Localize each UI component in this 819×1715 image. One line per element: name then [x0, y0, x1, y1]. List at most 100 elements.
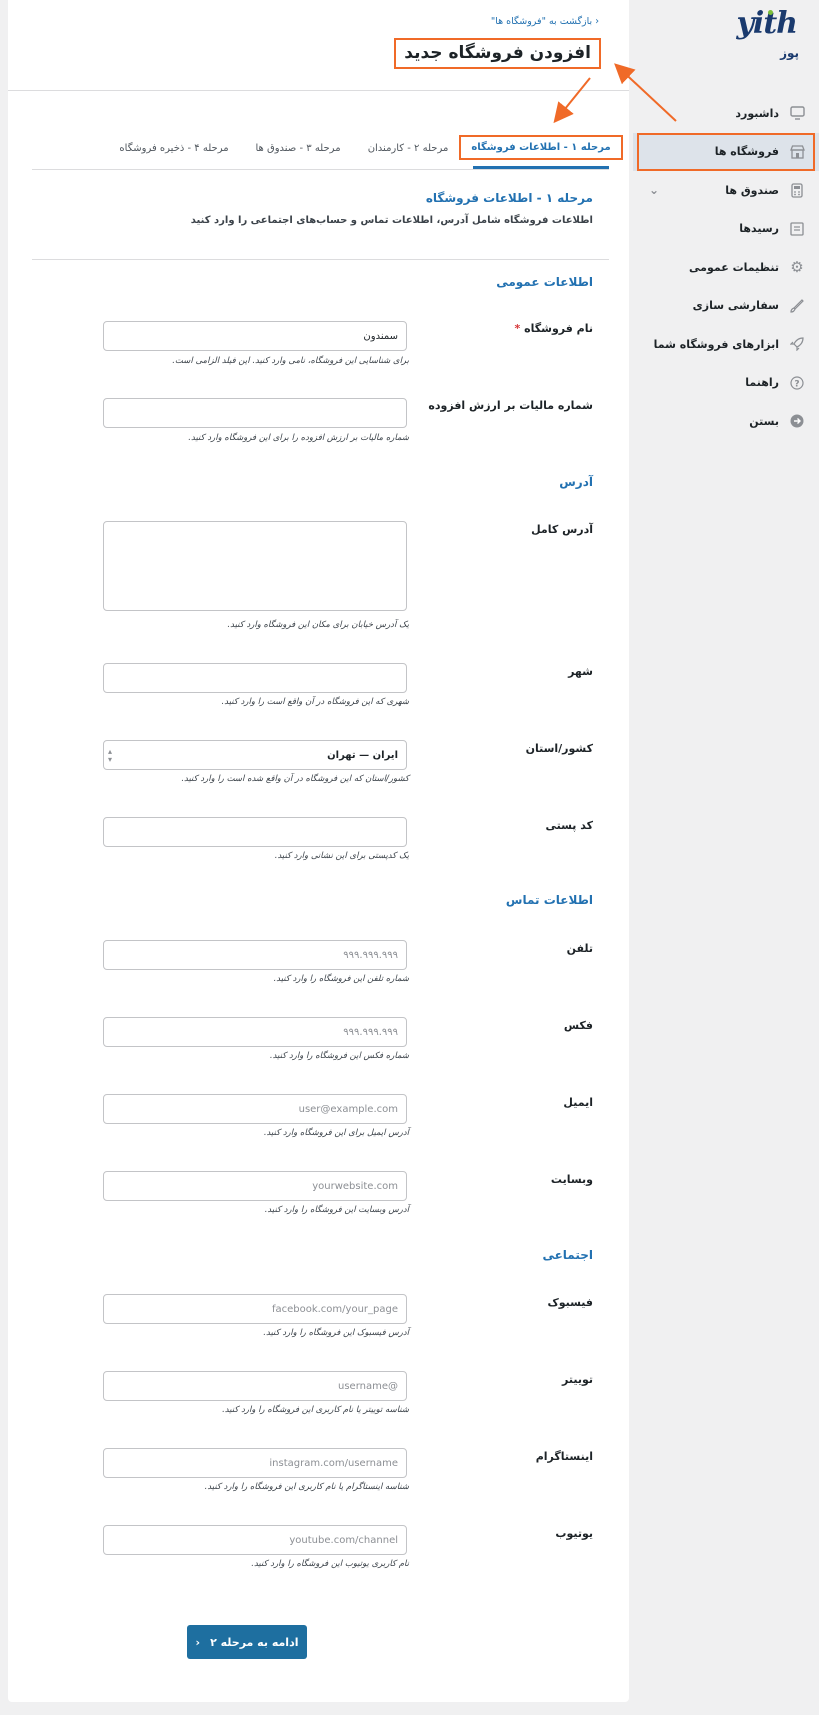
- sidebar-item-label: راهنما: [745, 376, 779, 390]
- step-tabs: مرحله ۱ - اطلاعات فروشگاه مرحله ۲ - کارم…: [32, 128, 623, 170]
- youtube-help: نام کاربری یوتیوب این فروشگاه را وارد کن…: [251, 1559, 409, 1569]
- chevron-down-icon[interactable]: ⌄: [649, 183, 659, 197]
- help-icon: ?: [789, 375, 805, 391]
- sidebar-item-label: بستن: [749, 414, 779, 428]
- store-name-label: نام فروشگاه *: [515, 322, 593, 335]
- sidebar-item-receipts[interactable]: رسیدها: [633, 210, 819, 249]
- sidebar-item-help[interactable]: ? راهنما: [633, 364, 819, 403]
- app-name: پوز: [780, 46, 799, 60]
- facebook-input[interactable]: [103, 1294, 407, 1324]
- vat-help: شماره مالیات بر ارزش افزوده را برای این …: [188, 433, 409, 443]
- tab-step-3[interactable]: مرحله ۳ - صندوق ها: [243, 128, 353, 169]
- fax-help: شماره فکس این فروشگاه را وارد کنید.: [269, 1051, 409, 1061]
- svg-text:?: ?: [794, 379, 799, 389]
- next-step-button[interactable]: ادامه به مرحله ۲ ‹: [187, 1625, 307, 1659]
- instagram-help: شناسه اینستاگرام یا نام کاربری این فروشگ…: [204, 1482, 409, 1492]
- postcode-input[interactable]: [103, 817, 407, 847]
- store-icon: [789, 144, 805, 160]
- store-name-label-text: نام فروشگاه: [524, 322, 593, 335]
- sidebar-item-close[interactable]: بستن: [633, 402, 819, 441]
- section-general: اطلاعات عمومی: [496, 275, 593, 289]
- close-arrow-icon: [789, 413, 805, 429]
- instagram-label: اینستاگرام: [535, 1450, 593, 1463]
- logo-text: yith: [736, 6, 798, 41]
- website-label: وبسایت: [550, 1173, 593, 1186]
- twitter-input[interactable]: [103, 1371, 407, 1401]
- city-help: شهری که این فروشگاه در آن واقع است را وا…: [221, 697, 409, 707]
- section-address: آدرس: [559, 475, 593, 489]
- full-address-label: آدرس کامل: [531, 523, 593, 536]
- fax-input[interactable]: [103, 1017, 407, 1047]
- section-contact: اطلاعات تماس: [505, 893, 593, 907]
- instagram-input[interactable]: [103, 1448, 407, 1478]
- twitter-help: شناسه توییتر یا نام کاربری این فروشگاه ر…: [222, 1405, 409, 1415]
- tab-step-1-label[interactable]: مرحله ۱ - اطلاعات فروشگاه: [459, 134, 623, 160]
- postcode-help: یک کدپستی برای این نشانی وارد کنید.: [274, 851, 409, 861]
- back-link[interactable]: ‹ بازگشت به "فروشگاه ها": [491, 16, 599, 27]
- logo-dot: [768, 10, 773, 15]
- sidebar-item-settings[interactable]: ⚙ تنظیمات عمومی: [633, 248, 819, 287]
- facebook-label: فیسبوک: [547, 1296, 593, 1309]
- sidebar-item-customize[interactable]: سفارشی سازی: [633, 287, 819, 326]
- sidebar-item-stores[interactable]: فروشگاه ها: [633, 132, 819, 171]
- vat-label: شماره مالیات بر ارزش افزوده: [428, 399, 593, 412]
- website-help: آدرس وبسایت این فروشگاه را وارد کنید.: [264, 1205, 409, 1215]
- tab-step-1[interactable]: مرحله ۱ - اطلاعات فروشگاه: [459, 128, 623, 169]
- store-name-input[interactable]: [103, 321, 407, 351]
- sidebar-nav: داشبورد فروشگاه ها صندوق ها ⌄ رسیدها ⚙ ت…: [633, 94, 819, 441]
- country-help: کشور/استان که این فروشگاه در آن واقع شده…: [181, 774, 409, 784]
- step-description: اطلاعات فروشگاه شامل آدرس، اطلاعات تماس …: [190, 215, 593, 226]
- sidebar-item-dashboard[interactable]: داشبورد: [633, 94, 819, 133]
- receipt-icon: [789, 221, 805, 237]
- main-panel: ‹ بازگشت به "فروشگاه ها" افزودن فروشگاه …: [8, 0, 629, 1702]
- sidebar-item-label: فروشگاه ها: [714, 145, 779, 159]
- sidebar: yith پوز داشبورد فروشگاه ها صندوق ها ⌄ ر…: [633, 0, 819, 1715]
- postcode-label: کد پستی: [545, 819, 593, 832]
- register-icon: [789, 182, 805, 198]
- chevron-left-icon: ‹: [195, 1635, 201, 1649]
- divider: [32, 259, 609, 260]
- tab-step-4[interactable]: مرحله ۴ - ذخیره فروشگاه: [109, 128, 239, 169]
- required-mark: *: [514, 322, 521, 335]
- fax-label: فکس: [563, 1019, 593, 1032]
- brush-icon: [789, 298, 805, 314]
- sidebar-item-label: رسیدها: [739, 222, 779, 236]
- full-address-help: یک آدرس خیابان برای مکان این فروشگاه وار…: [227, 620, 409, 630]
- email-help: آدرس ایمیل برای این فروشگاه وارد کنید.: [263, 1128, 409, 1138]
- sidebar-item-registers[interactable]: صندوق ها ⌄: [633, 171, 819, 210]
- vat-input[interactable]: [103, 398, 407, 428]
- sidebar-item-tools[interactable]: ابزارهای فروشگاه شما: [633, 325, 819, 364]
- select-arrows-icon: ▴ ▾: [108, 747, 113, 764]
- youtube-input[interactable]: [103, 1525, 407, 1555]
- page-title: افزودن فروشگاه جدید: [394, 38, 601, 69]
- phone-input[interactable]: [103, 940, 407, 970]
- country-select[interactable]: ایران — تهران ▴ ▾: [103, 740, 407, 770]
- tab-step-2[interactable]: مرحله ۲ - کارمندان: [353, 128, 463, 169]
- full-address-textarea[interactable]: [103, 521, 407, 611]
- yith-logo[interactable]: yith: [737, 6, 798, 41]
- email-input[interactable]: [103, 1094, 407, 1124]
- youtube-label: یوتیوب: [555, 1527, 593, 1540]
- country-label: کشور/استان: [525, 742, 593, 755]
- phone-help: شماره تلفن این فروشگاه را وارد کنید.: [273, 974, 409, 984]
- city-label: شهر: [568, 665, 593, 678]
- sidebar-item-label: ابزارهای فروشگاه شما: [653, 337, 779, 351]
- store-name-help: برای شناسایی این فروشگاه، نامی وارد کنید…: [172, 356, 409, 366]
- sidebar-item-label: داشبورد: [735, 106, 779, 120]
- monitor-icon: [789, 105, 805, 121]
- step-title: مرحله ۱ - اطلاعات فروشگاه: [425, 191, 593, 205]
- city-input[interactable]: [103, 663, 407, 693]
- back-link-label[interactable]: بازگشت به "فروشگاه ها": [491, 16, 592, 27]
- sidebar-item-label: سفارشی سازی: [692, 299, 779, 313]
- rocket-icon: [789, 336, 805, 352]
- twitter-label: توییتر: [562, 1373, 593, 1386]
- facebook-help: آدرس فیسبوک این فروشگاه را وارد کنید.: [263, 1328, 409, 1338]
- country-select-value: ایران — تهران: [327, 749, 398, 761]
- sidebar-item-label: تنظیمات عمومی: [689, 260, 779, 274]
- sidebar-item-label: صندوق ها: [725, 183, 779, 197]
- page-header: ‹ بازگشت به "فروشگاه ها" افزودن فروشگاه …: [8, 0, 629, 91]
- website-input[interactable]: [103, 1171, 407, 1201]
- email-label: ایمیل: [563, 1096, 593, 1109]
- next-step-label: ادامه به مرحله ۲: [210, 1635, 299, 1649]
- phone-label: تلفن: [566, 942, 593, 955]
